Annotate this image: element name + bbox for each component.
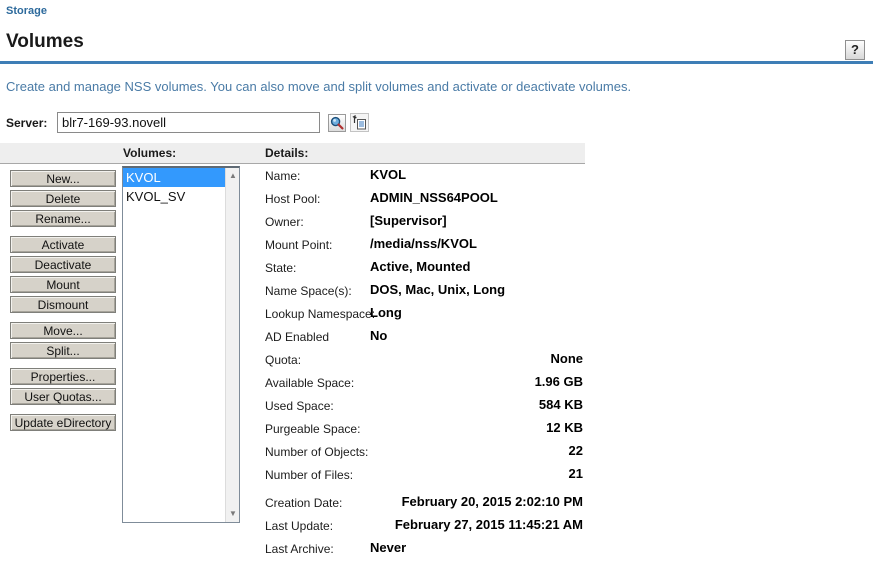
details-label: Owner: <box>265 215 304 229</box>
server-input[interactable] <box>57 112 320 133</box>
details-label: Last Update: <box>265 519 334 533</box>
details-value: 12 KB <box>546 420 583 435</box>
deactivate-button[interactable]: Deactivate <box>10 256 116 273</box>
update-edirectory-button[interactable]: Update eDirectory <box>10 414 116 431</box>
details-value: 584 KB <box>538 397 583 412</box>
details-label: AD Enabled <box>265 330 330 344</box>
page-description: Create and manage NSS volumes. You can a… <box>6 79 632 94</box>
activate-button[interactable]: Activate <box>10 236 116 253</box>
title-divider <box>0 61 873 64</box>
volumes-list-header: Volumes: <box>123 146 177 160</box>
details-value: DOS, Mac, Unix, Long <box>370 282 506 297</box>
volumes-listbox[interactable]: KVOL KVOL_SV ▲ ▼ <box>122 166 240 523</box>
browse-server-button[interactable] <box>328 114 346 132</box>
details-row: Number of Files: 21 <box>265 464 583 487</box>
details-value: 22 <box>568 443 583 458</box>
details-value: 1.96 GB <box>534 374 583 389</box>
details-value: February 27, 2015 11:45:21 AM <box>394 517 583 532</box>
details-label: Lookup Namespace: <box>265 307 376 321</box>
volumes-scrollbar[interactable]: ▲ ▼ <box>225 168 239 522</box>
details-row: Mount Point: /media/nss/KVOL <box>265 234 583 257</box>
details-label: Purgeable Space: <box>265 422 361 436</box>
details-row: Creation Date: February 20, 2015 2:02:10 … <box>265 492 583 515</box>
details-row: State: Active, Mounted <box>265 257 583 280</box>
details-value: No <box>370 328 388 343</box>
move-button[interactable]: Move... <box>10 322 116 339</box>
properties-button[interactable]: Properties... <box>10 368 116 385</box>
rename-button[interactable]: Rename... <box>10 210 116 227</box>
details-row: Owner: [Supervisor] <box>265 211 583 234</box>
details-row: Purgeable Space: 12 KB <box>265 418 583 441</box>
mount-button[interactable]: Mount <box>10 276 116 293</box>
details-value: Active, Mounted <box>370 259 471 274</box>
details-label: Last Archive: <box>265 542 334 556</box>
details-label: State: <box>265 261 297 275</box>
details-label: Available Space: <box>265 376 355 390</box>
details-label: Name Space(s): <box>265 284 352 298</box>
details-row: AD Enabled No <box>265 326 583 349</box>
details-label: Number of Files: <box>265 468 354 482</box>
details-panel: Name: KVOL Host Pool: ADMIN_NSS64POOL Owner:… <box>265 165 583 561</box>
volume-list-item[interactable]: KVOL_SV <box>123 187 225 206</box>
details-value: /media/nss/KVOL <box>370 236 477 251</box>
details-label: Creation Date: <box>265 496 343 510</box>
details-row: Available Space: 1.96 GB <box>265 372 583 395</box>
page-title: Volumes <box>6 31 84 52</box>
button-group: Properties... User Quotas... <box>10 368 118 405</box>
new-button[interactable]: New... <box>10 170 116 187</box>
split-button[interactable]: Split... <box>10 342 116 359</box>
details-label: Quota: <box>265 353 302 367</box>
details-row: Name: KVOL <box>265 165 583 188</box>
server-field-label: Server: <box>6 116 48 130</box>
details-row: Used Space: 584 KB <box>265 395 583 418</box>
details-row: Last Archive: Never <box>265 538 583 561</box>
breadcrumb-storage-link[interactable]: Storage <box>6 5 47 17</box>
object-history-icon <box>352 115 367 130</box>
details-row: Name Space(s): DOS, Mac, Unix, Long <box>265 280 583 303</box>
details-value: KVOL <box>370 167 407 182</box>
volume-list-item[interactable]: KVOL <box>123 168 225 187</box>
details-value: 21 <box>568 466 583 481</box>
user-quotas-button[interactable]: User Quotas... <box>10 388 116 405</box>
details-row: Number of Objects: 22 <box>265 441 583 464</box>
details-value: Long <box>370 305 402 320</box>
scroll-down-icon[interactable]: ▼ <box>226 507 240 521</box>
dismount-button[interactable]: Dismount <box>10 296 116 313</box>
button-group: Move... Split... <box>10 322 118 359</box>
button-group: New... Delete Rename... <box>10 170 118 227</box>
details-row: Host Pool: ADMIN_NSS64POOL <box>265 188 583 211</box>
details-value: [Supervisor] <box>370 213 447 228</box>
details-value: February 20, 2015 2:02:10 PM <box>401 494 583 509</box>
delete-button[interactable]: Delete <box>10 190 116 207</box>
details-label: Mount Point: <box>265 238 333 252</box>
details-value: Never <box>370 540 407 555</box>
details-value: None <box>550 351 584 366</box>
object-history-button[interactable] <box>350 113 369 132</box>
details-label: Name: <box>265 169 301 183</box>
button-group: Activate Deactivate Mount Dismount <box>10 236 118 313</box>
details-label: Host Pool: <box>265 192 321 206</box>
details-row: Lookup Namespace: Long <box>265 303 583 326</box>
details-row: Quota: None <box>265 349 583 372</box>
details-panel-header: Details: <box>265 146 309 160</box>
volume-list: KVOL KVOL_SV <box>123 168 225 522</box>
button-group: Update eDirectory <box>10 414 118 431</box>
details-label: Used Space: <box>265 399 334 413</box>
details-row: Last Update: February 27, 2015 11:45:21 A… <box>265 515 583 538</box>
help-button[interactable]: ? <box>845 40 865 60</box>
magnifier-icon <box>330 116 344 130</box>
details-value: ADMIN_NSS64POOL <box>370 190 498 205</box>
action-buttons: New... Delete Rename... Activate Deactivate M… <box>10 170 118 440</box>
details-label: Number of Objects: <box>265 445 369 459</box>
scroll-up-icon[interactable]: ▲ <box>226 169 240 183</box>
